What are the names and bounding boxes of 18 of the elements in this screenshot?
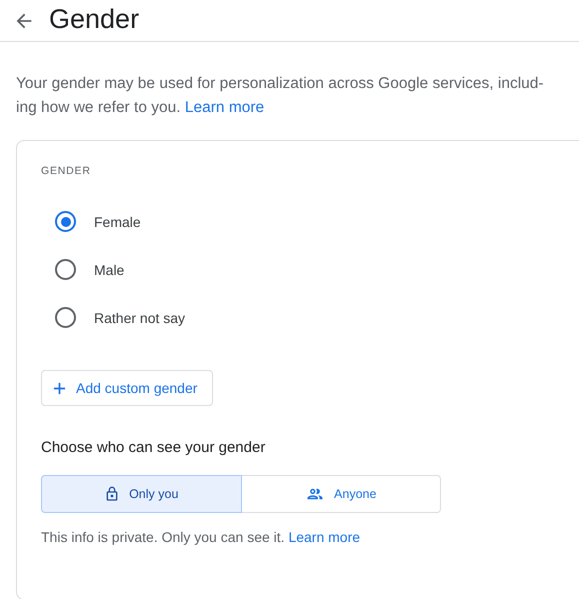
intro-text: Your gender may be used for personalization across Google services, includ- ing how we refer to you. Learn more bbox=[16, 74, 545, 118]
radio-button[interactable] bbox=[55, 307, 76, 328]
add-custom-gender-button[interactable]: Add custom gender bbox=[41, 370, 214, 406]
option-label: Rather not say bbox=[94, 310, 186, 326]
privacy-note: This info is private. Only you can see it. Learn more bbox=[41, 529, 360, 545]
option-label: Male bbox=[94, 262, 124, 278]
option-label: Female bbox=[94, 214, 141, 230]
visibility-heading: Choose who can see your gender bbox=[41, 439, 266, 456]
visibility-option[interactable]: Anyone bbox=[242, 475, 441, 513]
learn-more-link[interactable]: Learn more bbox=[288, 529, 360, 545]
lock-icon bbox=[104, 485, 120, 503]
learn-more-link[interactable]: Learn more bbox=[184, 99, 264, 116]
plus-icon bbox=[53, 382, 66, 394]
radio-button[interactable] bbox=[55, 259, 76, 280]
radio-button[interactable] bbox=[55, 211, 76, 232]
section-label: GENDER bbox=[41, 165, 91, 177]
page-title: Gender bbox=[49, 4, 140, 36]
visibility-option[interactable]: Only you bbox=[41, 475, 242, 513]
